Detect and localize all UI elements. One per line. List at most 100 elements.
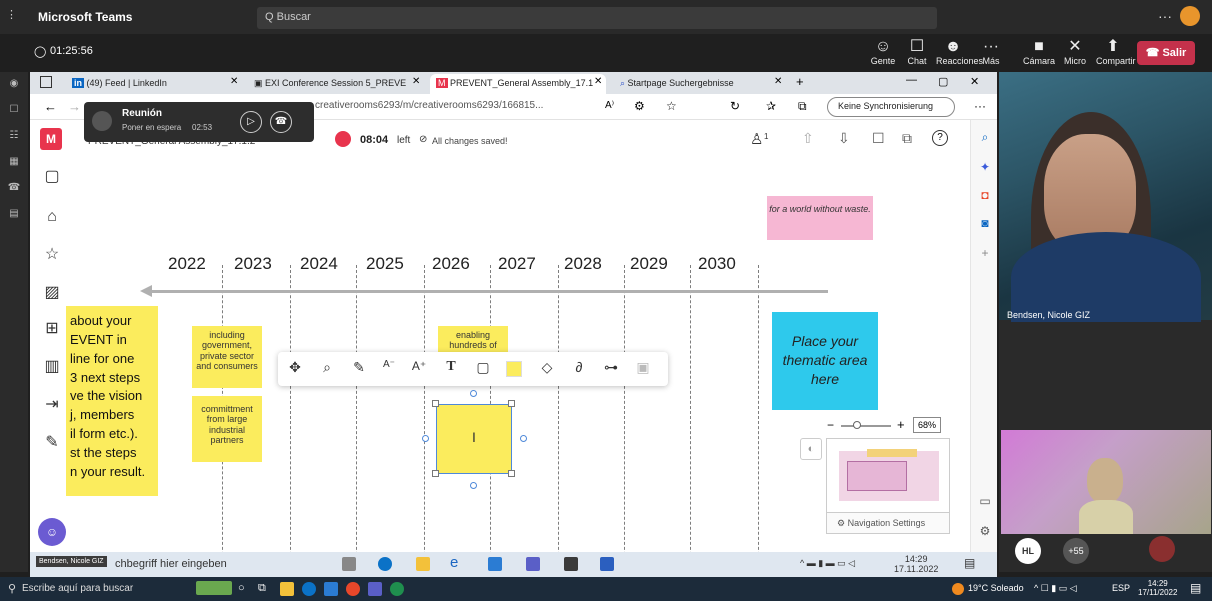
language-indicator[interactable]: ESP xyxy=(1112,583,1130,593)
mural-assistant-icon[interactable]: ☺ xyxy=(38,518,66,546)
office-icon[interactable]: ◘ xyxy=(977,188,993,204)
sidebar-toggle-icon[interactable]: ▭ xyxy=(977,494,993,510)
comment-icon[interactable]: ☐ xyxy=(872,130,885,147)
templates-icon[interactable]: ⌂ xyxy=(39,204,65,230)
system-clock[interactable]: 14:29 17/11/2022 xyxy=(1138,579,1177,597)
sticky-note[interactable]: enabling hundreds of xyxy=(438,326,508,354)
minimize-icon[interactable]: — xyxy=(906,74,917,86)
connector-handle[interactable] xyxy=(470,482,477,489)
mic-button[interactable]: ✕ Micro xyxy=(1058,38,1092,66)
app-taskbar-icon[interactable] xyxy=(564,557,578,571)
text-format-icon[interactable]: T xyxy=(440,359,462,375)
favorite-icon[interactable]: ☆ xyxy=(666,99,677,113)
edge-icon[interactable] xyxy=(302,582,316,596)
system-tray-icons[interactable]: ^ ▬ ▮ ▬ ▭ ◁ xyxy=(800,558,855,569)
participants-icon[interactable]: ♙ xyxy=(750,130,763,148)
resize-handle[interactable] xyxy=(508,470,515,477)
chrome-icon[interactable] xyxy=(346,582,360,596)
mural-board[interactable]: M ▢ ⌂ ☆ ▨ ⊞ ▥ ⇥ ✎ ☺ PREVENT_General Asse… xyxy=(30,120,970,592)
close-tab-icon[interactable]: ✕ xyxy=(594,76,602,87)
participant-video-main[interactable]: Bendsen, Nicole GIZ xyxy=(999,72,1212,322)
window-icon[interactable] xyxy=(40,76,52,88)
app-taskbar-icon[interactable] xyxy=(390,582,404,596)
icons-star-icon[interactable]: ☆ xyxy=(39,242,65,268)
people-button[interactable]: ☺ Gente xyxy=(866,38,900,66)
resize-handle[interactable] xyxy=(508,400,515,407)
add-icon[interactable]: + xyxy=(977,246,993,262)
widget-icon[interactable] xyxy=(196,581,232,595)
notifications-icon[interactable]: ▤ xyxy=(964,556,975,570)
image-icon[interactable]: ▨ xyxy=(39,280,65,306)
calendar-rail-icon[interactable]: ▦ xyxy=(0,156,28,182)
font-decrease-icon[interactable]: A⁻ xyxy=(378,359,400,370)
import-icon[interactable]: ⇥ xyxy=(39,392,65,418)
forward-icon[interactable]: → xyxy=(68,99,81,114)
shopping-icon[interactable]: ✦ xyxy=(977,160,993,176)
ie-icon[interactable]: e xyxy=(450,554,458,571)
resize-handle[interactable] xyxy=(432,400,439,407)
task-view-icon[interactable]: ⧉ xyxy=(258,582,266,595)
zoom-level[interactable]: 68% xyxy=(913,417,942,433)
pencil-icon[interactable]: ✎ xyxy=(348,359,370,376)
zoom-in-icon[interactable]: + xyxy=(897,417,905,432)
teams-taskbar-icon[interactable] xyxy=(368,582,382,596)
mail-icon[interactable] xyxy=(324,582,338,596)
chat-button[interactable]: ☐ Chat xyxy=(900,38,934,66)
task-view-icon[interactable] xyxy=(342,557,356,571)
more-participants-badge[interactable]: +55 xyxy=(1063,538,1089,564)
word-icon[interactable] xyxy=(600,557,614,571)
minimap-toggle-icon[interactable]: ◐ xyxy=(800,438,822,460)
lock-icon[interactable]: ▣ xyxy=(632,359,654,376)
teams-search-input[interactable]: Q Buscar xyxy=(257,7,937,29)
chat-rail-icon[interactable]: ☐ xyxy=(0,104,28,130)
zoom-out-icon[interactable]: − xyxy=(827,418,834,432)
link-icon[interactable]: ∂ xyxy=(568,359,590,375)
download-icon[interactable]: ⇩ xyxy=(838,130,850,147)
folder-icon[interactable] xyxy=(280,582,294,596)
calls-rail-icon[interactable]: ☎ xyxy=(0,182,28,208)
url-field[interactable]: creativerooms6293/m/creativerooms6293/16… xyxy=(315,100,543,111)
reactions-button[interactable]: ☻ Reacciones xyxy=(936,38,983,66)
settings-gear-icon[interactable]: ⚙ xyxy=(977,524,993,540)
folder-icon[interactable] xyxy=(416,557,430,571)
outlook-icon[interactable]: ◙ xyxy=(977,216,993,232)
border-icon[interactable]: ▢ xyxy=(472,359,494,376)
extension-icon[interactable]: ⚙ xyxy=(634,99,645,113)
sticky-note[interactable]: committment from large industrial partne… xyxy=(192,396,262,462)
close-window-icon[interactable]: ✕ xyxy=(970,75,979,88)
search-icon[interactable]: ⌕ xyxy=(977,130,993,146)
mural-logo[interactable]: M xyxy=(40,128,62,150)
user-avatar[interactable] xyxy=(1180,6,1200,26)
leave-button[interactable]: ☎ Salir xyxy=(1137,41,1195,65)
font-increase-icon[interactable]: A⁺ xyxy=(408,359,430,373)
system-tray-icons[interactable]: ^ ☐ ▮ ▭ ◁ xyxy=(1034,583,1077,594)
sticky-note[interactable]: including government, private sector and… xyxy=(192,326,262,388)
favorites-icon[interactable]: ✰ xyxy=(766,99,776,113)
frame-icon[interactable]: ⊞ xyxy=(39,316,65,342)
weather-text[interactable]: 19°C Soleado xyxy=(968,583,1024,593)
apps-grid-icon[interactable]: ⋮ xyxy=(6,8,17,21)
share-button[interactable]: ⬆ Compartir xyxy=(1096,38,1136,66)
sync-button[interactable]: Keine Synchronisierung xyxy=(827,97,955,117)
help-icon[interactable]: ? xyxy=(932,130,948,146)
teams-taskbar-icon[interactable] xyxy=(526,557,540,571)
thematic-area-note[interactable]: Place your thematic area here xyxy=(772,312,878,410)
meeting-mini-window[interactable]: Reunión Poner en espera 02:53 ▷ ☎ xyxy=(84,102,314,142)
outline-icon[interactable]: ⧉ xyxy=(902,130,912,147)
activity-icon[interactable]: ◉ xyxy=(0,78,28,104)
tab-startpage[interactable]: ⌕ Startpage Suchergebnisse xyxy=(614,74,774,94)
menu-icon[interactable]: ··· xyxy=(974,99,986,113)
participant-avatar[interactable]: HL xyxy=(1015,538,1041,564)
taskbar-search-input[interactable]: Escribe aquí para buscar xyxy=(22,583,133,594)
more-actions-icon[interactable]: ⊶ xyxy=(600,359,622,376)
resize-handle[interactable] xyxy=(432,470,439,477)
read-aloud-icon[interactable]: A⁾ xyxy=(605,100,614,111)
focus-icon[interactable]: ⌕ xyxy=(316,359,338,376)
shared-search-input[interactable]: chbegriff hier eingeben xyxy=(115,558,227,570)
participant-video-secondary[interactable] xyxy=(1001,430,1211,534)
teams-rail-icon[interactable]: ☷ xyxy=(0,130,28,156)
connector-handle[interactable] xyxy=(520,435,527,442)
selected-sticky-note[interactable]: I xyxy=(436,404,512,474)
camera-button[interactable]: ■ Cámara xyxy=(1022,38,1056,66)
cortana-icon[interactable]: ○ xyxy=(238,582,245,594)
